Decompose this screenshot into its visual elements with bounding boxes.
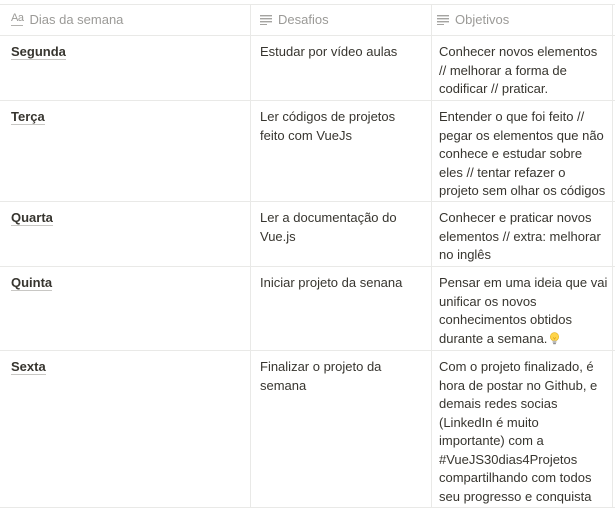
column-header-days[interactable]: Aa Dias da semana (0, 5, 251, 35)
challenge-cell[interactable]: Iniciar projeto da senana (251, 267, 432, 350)
table-row[interactable]: Terça Ler códigos de projetos feito com … (0, 101, 615, 202)
day-cell[interactable]: Quinta (0, 267, 251, 350)
goal-text: Entender o que foi feito // pegar os ele… (439, 109, 606, 198)
goal-cell[interactable]: Conhecer novos elementos // melhorar a f… (432, 36, 613, 100)
table-row[interactable]: Sexta Finalizar o projeto da semana Com … (0, 351, 615, 508)
day-name[interactable]: Quinta (11, 275, 53, 291)
goal-text: Pensar em uma ideia que vai unificar os … (439, 275, 608, 346)
weekly-plan-table: Aa Dias da semana Desafios Objetivos Seg… (0, 4, 615, 508)
table-row[interactable]: Quarta Ler a documentação do Vue.js Conh… (0, 202, 615, 267)
day-name[interactable]: Quarta (11, 210, 53, 226)
day-cell[interactable]: Terça (0, 101, 251, 201)
text-lines-icon (260, 15, 272, 25)
day-cell[interactable]: Sexta (0, 351, 251, 507)
table-row[interactable]: Quinta Iniciar projeto da senana Pensar … (0, 267, 615, 351)
lightbulb-icon (549, 331, 560, 351)
column-header-label: Desafios (278, 11, 329, 27)
day-name[interactable]: Sexta (11, 359, 46, 375)
goal-text: Conhecer e praticar novos elementos // e… (439, 210, 601, 262)
goal-cell[interactable]: Pensar em uma ideia que vai unificar os … (432, 267, 613, 350)
column-header-challenges[interactable]: Desafios (251, 5, 432, 35)
challenge-cell[interactable]: Ler códigos de projetos feito com VueJs (251, 101, 432, 201)
text-lines-icon (437, 15, 449, 25)
challenge-text: Finalizar o projeto da semana (260, 359, 382, 393)
column-header-goals[interactable]: Objetivos (432, 5, 613, 35)
goal-text: Conhecer novos elementos // melhorar a f… (439, 44, 598, 96)
day-cell[interactable]: Segunda (0, 36, 251, 100)
goal-text: Com o projeto finalizado, é hora de post… (439, 359, 598, 504)
table-header-row: Aa Dias da semana Desafios Objetivos (0, 5, 615, 36)
goal-cell[interactable]: Entender o que foi feito // pegar os ele… (432, 101, 613, 201)
challenge-text: Iniciar projeto da senana (260, 275, 403, 290)
title-aa-icon: Aa (11, 11, 24, 26)
challenge-text: Estudar por vídeo aulas (260, 44, 398, 59)
challenge-cell[interactable]: Ler a documentação do Vue.js (251, 202, 432, 266)
day-name[interactable]: Segunda (11, 44, 66, 60)
challenge-cell[interactable]: Finalizar o projeto da semana (251, 351, 432, 507)
day-name[interactable]: Terça (11, 109, 45, 125)
challenge-text: Ler códigos de projetos feito com VueJs (260, 109, 396, 143)
challenge-cell[interactable]: Estudar por vídeo aulas (251, 36, 432, 100)
goal-cell[interactable]: Com o projeto finalizado, é hora de post… (432, 351, 613, 507)
column-header-label: Dias da semana (29, 11, 124, 27)
column-header-label: Objetivos (455, 11, 510, 27)
table-row[interactable]: Segunda Estudar por vídeo aulas Conhecer… (0, 36, 615, 101)
day-cell[interactable]: Quarta (0, 202, 251, 266)
challenge-text: Ler a documentação do Vue.js (260, 210, 397, 244)
goal-cell[interactable]: Conhecer e praticar novos elementos // e… (432, 202, 613, 266)
